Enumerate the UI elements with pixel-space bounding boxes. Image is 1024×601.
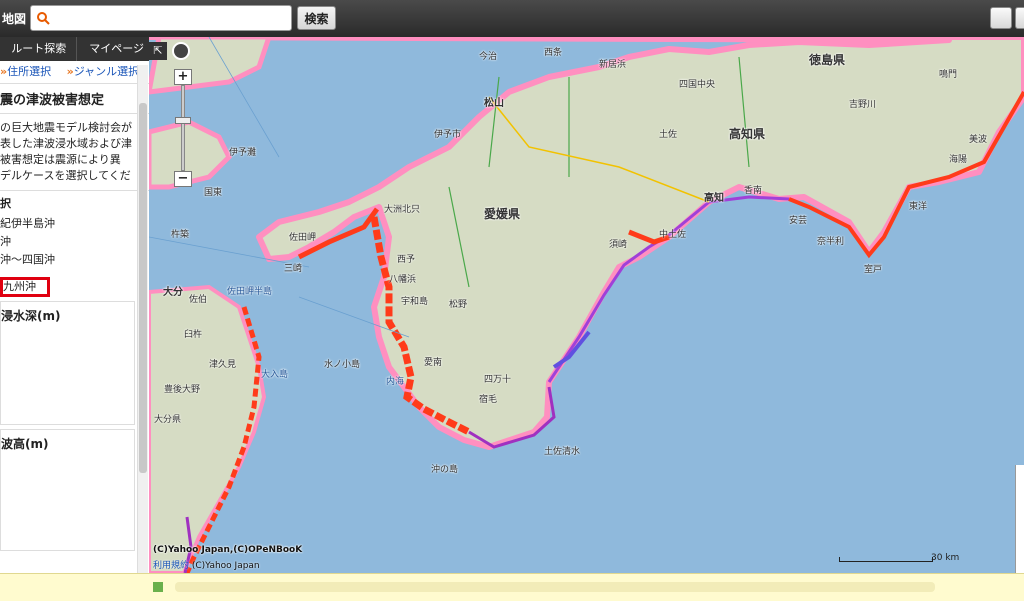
search-box[interactable] <box>30 5 292 31</box>
panel-description: の巨大地震モデル検討会が 表した津波浸水域および津 被害想定は震源により異 デル… <box>0 114 149 191</box>
genre-select-link[interactable]: ジャンル選択 <box>74 65 139 78</box>
chevron-right-icon: » <box>66 65 74 78</box>
compass-icon[interactable] <box>172 42 190 60</box>
map-label-place: 水ノ小島 <box>324 360 361 370</box>
app-title: 地図 <box>2 12 27 26</box>
map-label-place: 佐田岬 <box>289 233 317 243</box>
map-label-city: 松山 <box>484 98 504 109</box>
map-label-place: 沖の島 <box>431 465 459 475</box>
height-legend-section: 波高(m) <box>0 429 135 551</box>
map-label-place: 須崎 <box>609 240 628 250</box>
map-label-place: 土佐 <box>659 130 678 140</box>
scenario-option-selected[interactable]: 九州沖 <box>0 277 50 297</box>
map-label-place: 国東 <box>204 188 223 198</box>
map-label-place: 土佐清水 <box>544 447 581 457</box>
zoom-control[interactable]: + − <box>174 69 192 187</box>
map-label-place: 松野 <box>449 300 468 310</box>
zoom-slider-track[interactable] <box>181 85 185 171</box>
side-panel: ルート探索 マイページ »住所選択 »ジャンル選択 震の津波被害想定 の巨大地震… <box>0 37 150 580</box>
depth-legend-section: 浸水深(m) <box>0 301 135 425</box>
scenario-option[interactable]: 沖〜四国沖 <box>0 251 149 269</box>
selection-links: »住所選択 »ジャンル選択 <box>0 61 149 84</box>
tab-route-search[interactable]: ルート探索 <box>0 37 78 61</box>
search-input[interactable] <box>55 9 289 29</box>
map-label-place: 香南 <box>744 186 763 196</box>
print-icon[interactable] <box>990 7 1012 29</box>
ad-banner[interactable] <box>175 582 935 592</box>
map-label-pref: 愛媛県 <box>484 207 521 221</box>
map-label-place: 愛南 <box>424 358 443 368</box>
map-label-place: 杵築 <box>171 230 190 240</box>
map-label-place: 安芸 <box>789 216 808 226</box>
map-label-place: 豊後大野 <box>164 385 201 395</box>
map-label-water: 内海 <box>386 377 405 387</box>
search-icon <box>37 12 50 25</box>
scale-label: 30 km <box>931 553 960 563</box>
map-label-place: 東洋 <box>909 202 928 212</box>
scenario-heading: 択 <box>0 197 11 210</box>
map-label-place: 海陽 <box>949 155 968 165</box>
zoom-slider-handle[interactable] <box>175 117 191 124</box>
map-copyright: (C)Yahoo Japan,(C)OPeNBooK <box>153 545 303 555</box>
map-label-place: 西予 <box>397 255 416 265</box>
map-label-place: 美波 <box>969 135 988 145</box>
panel-title: 震の津波被害想定 <box>0 84 149 114</box>
zoom-in-button[interactable]: + <box>174 69 192 85</box>
scale-bar <box>839 557 933 562</box>
scrollbar-thumb[interactable] <box>139 103 147 473</box>
map-terms: 利用規約 (C)Yahoo Japan <box>153 561 260 571</box>
map-label-pref: 高知県 <box>729 127 766 141</box>
map-label-place: 室戸 <box>864 265 883 275</box>
panel-tabs: ルート探索 マイページ <box>0 37 149 61</box>
bottom-ad-bar <box>0 573 1024 601</box>
map-label-place: 臼杵 <box>184 330 203 340</box>
map-label-city: 大分 <box>163 287 183 298</box>
top-toolbar: 地図 検索 <box>0 0 1024 37</box>
panel-scrollbar[interactable] <box>137 65 148 579</box>
map-label-place: 宇和島 <box>401 297 429 307</box>
map-label-place: 伊予灘 <box>229 148 257 158</box>
map-label-place: 西条 <box>544 48 563 58</box>
share-icon[interactable] <box>1015 7 1024 29</box>
map-label-place: 四国中央 <box>679 80 716 90</box>
map-label-place: 新居浜 <box>599 60 627 70</box>
map-label-place: 吉野川 <box>849 100 877 110</box>
map-label-place: 大分県 <box>154 415 182 425</box>
map-label-pref: 徳島県 <box>809 53 846 67</box>
map-label-place: 中土佐 <box>659 230 687 240</box>
map-label-place: 奈半利 <box>817 237 845 247</box>
scenario-option[interactable]: 紀伊半島沖 <box>0 215 149 233</box>
map-label-city: 高知 <box>704 193 724 204</box>
map-label-place: 今治 <box>479 52 498 62</box>
map-label-place: 伊予市 <box>434 130 462 140</box>
scenario-option[interactable]: 沖 <box>0 233 149 251</box>
address-select-link[interactable]: 住所選択 <box>7 65 51 78</box>
map-label-place: 三崎 <box>284 264 303 274</box>
map-label-water: 大入島 <box>261 370 289 380</box>
map-label-place: 鳴門 <box>939 70 958 80</box>
overview-panel-edge[interactable] <box>1015 465 1024 573</box>
collapse-panel-button[interactable]: ⇱ <box>149 42 167 60</box>
search-button[interactable]: 検索 <box>297 6 336 30</box>
map-label-place: 佐伯 <box>189 295 208 305</box>
map-label-place: 宿毛 <box>479 395 498 405</box>
map-label-water: 佐田岬半島 <box>227 287 273 297</box>
play-icon[interactable] <box>153 582 163 592</box>
map-canvas[interactable]: ⇱ + − 愛媛県 高知県 徳島県 松山 高知 大分 伊予灘 伊予市 大洲北只 … <box>149 37 1024 573</box>
map-label-place: 四万十 <box>484 375 512 385</box>
map-label-place: 津久見 <box>209 360 237 370</box>
terms-link[interactable]: 利用規約 <box>153 561 189 571</box>
zoom-out-button[interactable]: − <box>174 171 192 187</box>
map-label-place: 大洲北只 <box>384 205 421 215</box>
map-label-place: 八幡浜 <box>389 275 417 285</box>
tab-mypage[interactable]: マイページ <box>77 37 149 61</box>
map-graphics <box>149 37 1024 573</box>
